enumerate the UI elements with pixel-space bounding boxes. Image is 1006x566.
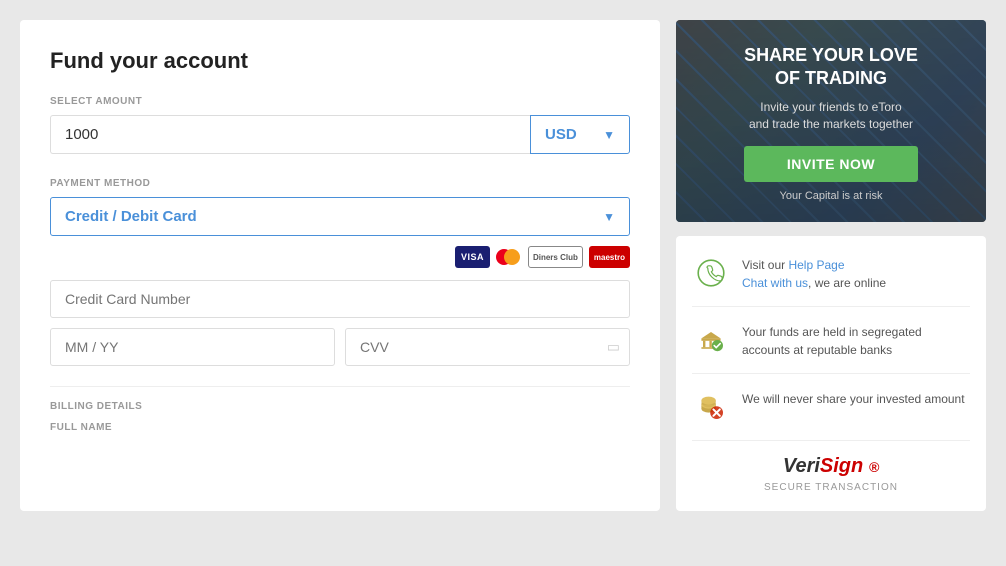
currency-dropdown[interactable]: USD ▼ (530, 115, 630, 154)
visa-icon: VISA (455, 246, 490, 268)
expiry-wrapper (50, 328, 335, 366)
banner-title: SHARE YOUR LOVE OF TRADING (744, 44, 918, 91)
left-panel: Fund your account SELECT AMOUNT USD ▼ PA… (20, 20, 660, 511)
card-expiry-cvv-row: ▭ (50, 328, 630, 366)
right-panel: SHARE YOUR LOVE OF TRADING Invite your f… (676, 20, 986, 511)
cvv-input[interactable] (345, 328, 630, 366)
amount-input[interactable] (50, 115, 530, 154)
bank-icon (692, 321, 730, 359)
info-row-help: Visit our Help PageChat with us, we are … (692, 254, 970, 292)
chat-with-us-link[interactable]: Chat with us (742, 276, 808, 290)
card-icons-row: VISA Diners Club maestro (50, 246, 630, 268)
info-card: Visit our Help PageChat with us, we are … (676, 236, 986, 511)
coins-icon (692, 388, 730, 426)
info-funds-text: Your funds are held in segregated accoun… (742, 321, 970, 359)
billing-label: BILLING DETAILS (50, 401, 630, 412)
payment-method-label: PAYMENT METHOD (50, 178, 630, 189)
divider-3 (692, 440, 970, 441)
billing-section: BILLING DETAILS FULL NAME (50, 386, 630, 433)
currency-chevron-icon: ▼ (603, 128, 615, 142)
divider-1 (692, 306, 970, 307)
expiry-input[interactable] (50, 328, 335, 366)
page-title: Fund your account (50, 48, 630, 74)
invite-banner: SHARE YOUR LOVE OF TRADING Invite your f… (676, 20, 986, 222)
invite-now-button[interactable]: INVITE NOW (744, 146, 918, 182)
phone-icon (692, 254, 730, 292)
mastercard-icon (496, 249, 522, 265)
banner-disclaimer: Your Capital is at risk (744, 190, 918, 202)
banner-subtitle: Invite your friends to eToro and trade t… (744, 99, 918, 133)
diners-icon: Diners Club (528, 246, 583, 268)
info-row-privacy: We will never share your invested amount (692, 388, 970, 426)
amount-section: SELECT AMOUNT USD ▼ (50, 96, 630, 154)
verisign-logo: VeriSign ® (783, 455, 879, 478)
payment-method-section: PAYMENT METHOD Credit / Debit Card ▼ VIS… (50, 178, 630, 366)
payment-dropdown-chevron-icon: ▼ (603, 210, 615, 224)
maestro-icon: maestro (589, 246, 630, 268)
info-privacy-text: We will never share your invested amount (742, 388, 965, 408)
page-wrapper: Fund your account SELECT AMOUNT USD ▼ PA… (10, 10, 996, 521)
cvv-wrapper: ▭ (345, 328, 630, 366)
help-page-link[interactable]: Help Page (788, 258, 844, 272)
select-amount-label: SELECT AMOUNT (50, 96, 630, 107)
payment-method-dropdown[interactable]: Credit / Debit Card ▼ (50, 197, 630, 236)
secure-transaction-label: SECURE TRANSACTION (764, 482, 898, 493)
payment-method-value: Credit / Debit Card (65, 208, 197, 225)
fullname-label: FULL NAME (50, 422, 630, 433)
banner-content: SHARE YOUR LOVE OF TRADING Invite your f… (744, 44, 918, 202)
credit-card-number-input[interactable] (50, 280, 630, 318)
verisign-section: VeriSign ® SECURE TRANSACTION (692, 455, 970, 493)
divider-2 (692, 373, 970, 374)
amount-row: USD ▼ (50, 115, 630, 154)
currency-value: USD (545, 126, 577, 143)
info-help-text: Visit our Help PageChat with us, we are … (742, 254, 886, 292)
info-row-funds: Your funds are held in segregated accoun… (692, 321, 970, 359)
cvv-card-icon: ▭ (607, 339, 620, 356)
